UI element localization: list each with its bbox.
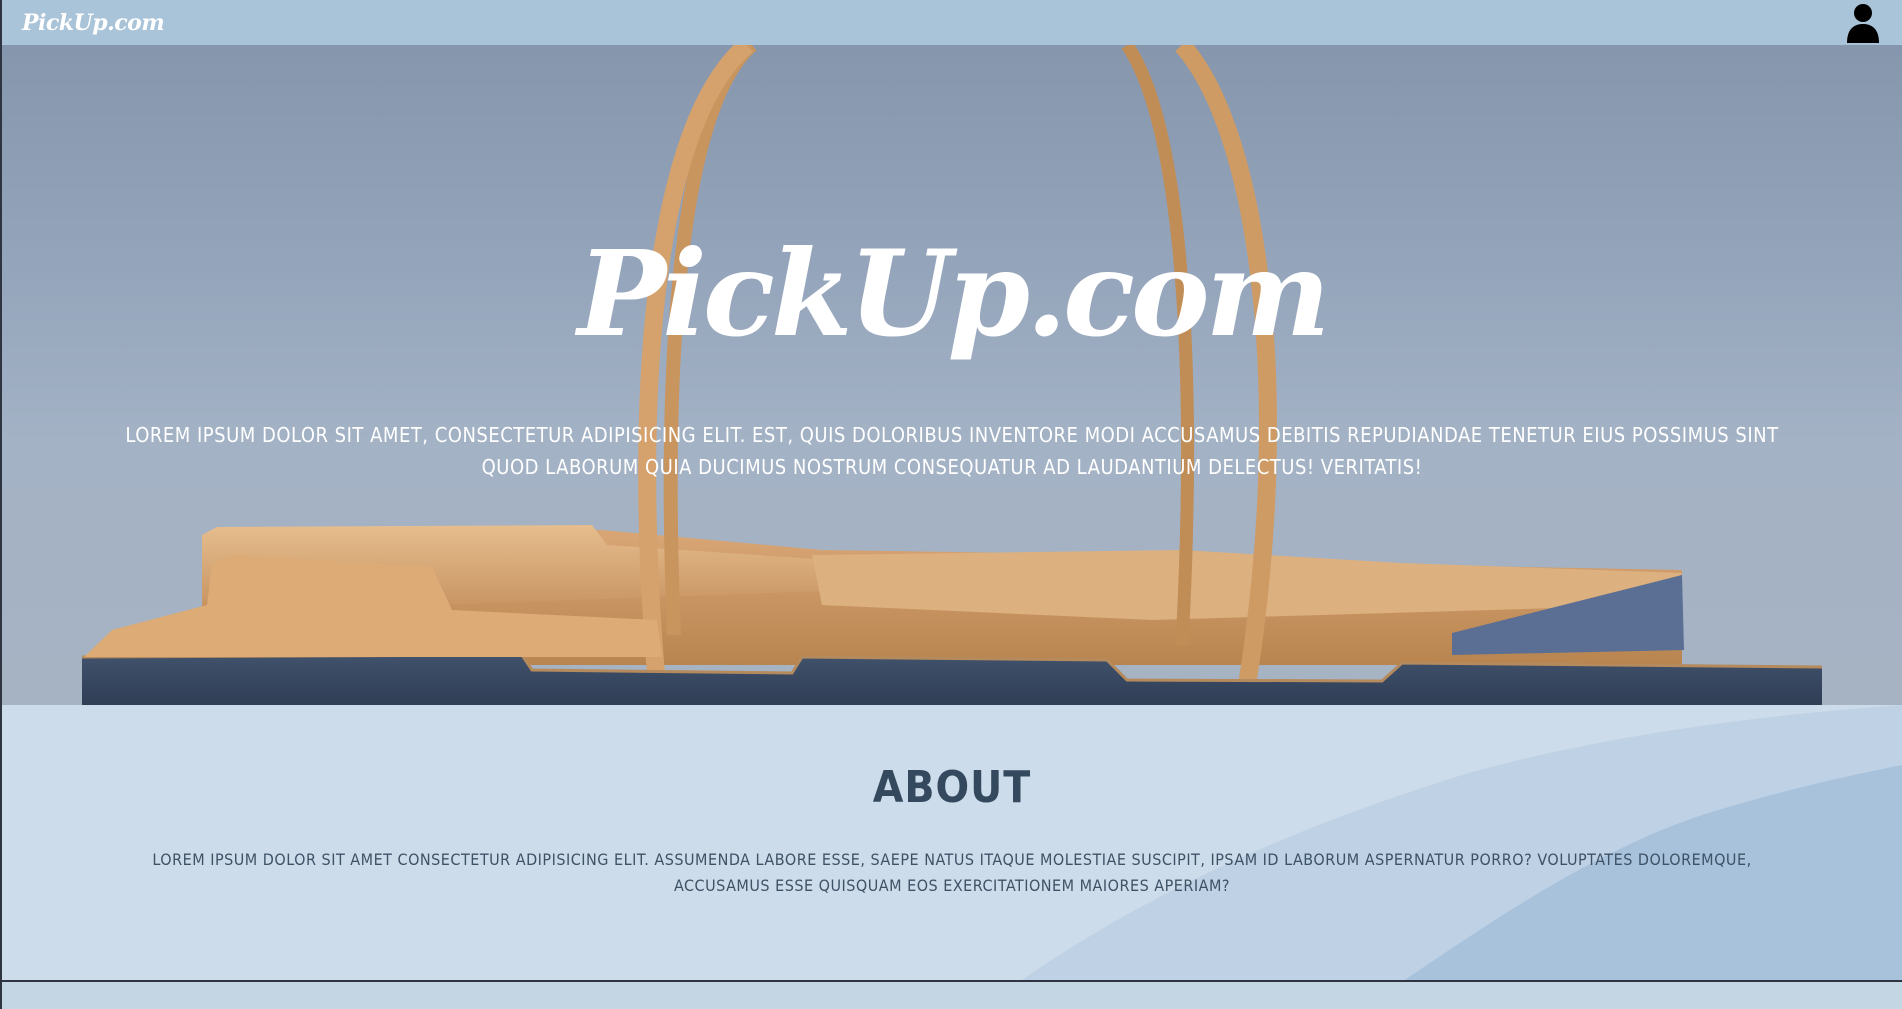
wave-background: [1021, 705, 1902, 980]
hero-title: PickUp.com: [577, 224, 1330, 363]
about-title: ABOUT: [872, 762, 1032, 813]
about-section: ABOUT Lorem ipsum dolor sit amet consect…: [2, 705, 1902, 980]
navbar: PickUp.com: [2, 0, 1902, 45]
next-section-strip: [2, 982, 1902, 1009]
user-icon[interactable]: [1846, 3, 1880, 43]
hero-description: Lorem ipsum dolor sit amet, consectetur …: [125, 423, 1779, 479]
shopping-bag-image: [81, 45, 1823, 705]
about-description: Lorem ipsum dolor sit amet consectetur a…: [152, 850, 1752, 895]
page-border: [0, 0, 2, 1009]
hero-section: PickUp.com Lorem ipsum dolor sit amet, c…: [2, 45, 1902, 705]
nav-logo-link[interactable]: PickUp.com: [22, 10, 165, 36]
